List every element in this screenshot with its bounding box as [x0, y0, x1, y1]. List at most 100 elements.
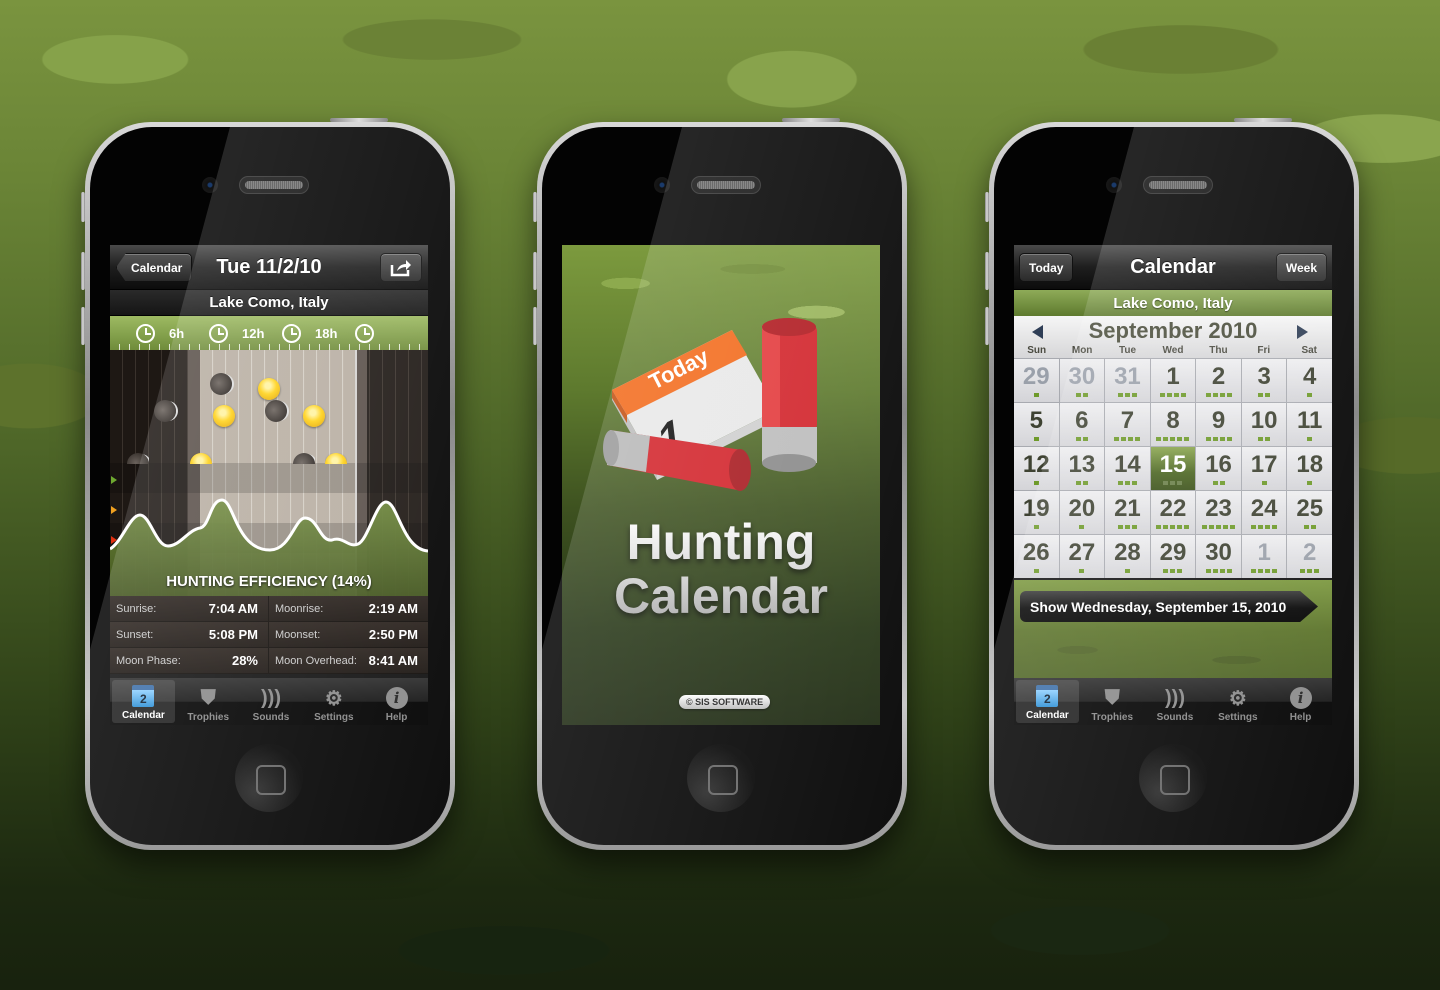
rating-dot [1170, 569, 1176, 573]
tab-sounds[interactable]: ))) Sounds [240, 678, 303, 725]
calendar-day[interactable]: 11 [1287, 403, 1332, 446]
rating-dot [1159, 393, 1165, 397]
rating-dot [1114, 437, 1120, 441]
calendar-day[interactable]: 10 [1241, 403, 1287, 446]
info-value: 7:04 AM [208, 601, 258, 616]
day-number: 15 [1159, 451, 1187, 478]
tab-trophies[interactable]: ⛊ Trophies [177, 678, 240, 725]
calendar-day[interactable]: 25 [1287, 491, 1332, 534]
activity-rating [1014, 393, 1059, 397]
activity-rating [1196, 525, 1241, 529]
calendar-day[interactable]: 3 [1241, 359, 1287, 402]
week-button[interactable]: Week [1275, 253, 1327, 282]
calendar-day[interactable]: 6 [1059, 403, 1105, 446]
calendar-day[interactable]: 29 [1150, 535, 1196, 578]
calendar-day[interactable]: 21 [1105, 491, 1150, 534]
tab-trophies[interactable]: ⛊ Trophies [1081, 678, 1144, 725]
calendar-day[interactable]: 18 [1287, 447, 1332, 490]
calendar-day[interactable]: 1 [1241, 535, 1287, 578]
rating-dot [1173, 393, 1179, 397]
home-button[interactable] [687, 744, 755, 812]
calendar-day[interactable]: 12 [1014, 447, 1059, 490]
activity-rating [1196, 481, 1241, 485]
tab-label: Calendar [1026, 710, 1069, 721]
calendar-day[interactable]: 13 [1059, 447, 1105, 490]
next-month-button[interactable] [1297, 325, 1308, 339]
tab-settings[interactable]: ⚙ Settings [1206, 678, 1269, 725]
tab-calendar[interactable]: 2 Calendar [1016, 680, 1079, 723]
tab-help[interactable]: i Help [365, 678, 428, 725]
tab-help[interactable]: i Help [1269, 678, 1332, 725]
tab-label: Sounds [252, 712, 290, 723]
rating-dot [1226, 393, 1232, 397]
calendar-day[interactable]: 28 [1105, 535, 1150, 578]
rating-dot [1075, 437, 1081, 441]
day-number: 17 [1250, 451, 1278, 478]
show-date-button[interactable]: Show Wednesday, September 15, 2010 [1020, 591, 1318, 622]
time-marker: 12h [209, 323, 282, 343]
calendar-day[interactable]: 19 [1014, 491, 1059, 534]
page-title: Calendar [1130, 255, 1216, 278]
calendar-day[interactable]: 26 [1014, 535, 1059, 578]
rating-dot [1219, 437, 1225, 441]
weekday-row: Sun Mon Tue Wed Thu Fri Sat [1014, 345, 1332, 356]
info-value: 2:19 AM [368, 601, 418, 616]
volume-down-button [81, 307, 85, 345]
back-calendar-button[interactable]: Calendar [116, 253, 193, 282]
efficiency-chart[interactable]: HUNTING EFFICIENCY (14%) [110, 350, 428, 596]
time-marker: 6h [136, 323, 209, 343]
tab-sounds[interactable]: ))) Sounds [1144, 678, 1207, 725]
rating-dot [1261, 481, 1267, 485]
month-header: September 2010 Sun Mon Tue Wed Thu Fri Sat [1014, 316, 1332, 358]
calendar-day[interactable]: 7 [1105, 403, 1150, 446]
calendar-day[interactable]: 31 [1105, 359, 1150, 402]
clock-icon [136, 323, 155, 343]
calendar-day[interactable]: 29 [1014, 359, 1059, 402]
activity-rating [1151, 481, 1196, 485]
share-button[interactable] [380, 253, 422, 282]
calendar-day[interactable]: 2 [1287, 535, 1332, 578]
tab-settings[interactable]: ⚙ Settings [302, 678, 365, 725]
calendar-day[interactable]: 9 [1196, 403, 1241, 446]
activity-rating [1287, 481, 1332, 485]
moon-overhead-row: Moon Overhead: 8:41 AM [269, 648, 428, 674]
rating-dot [1131, 481, 1137, 485]
calendar-day[interactable]: 23 [1196, 491, 1241, 534]
calendar-day[interactable]: 4 [1287, 359, 1332, 402]
home-button[interactable] [235, 744, 303, 812]
rating-dot [1163, 569, 1169, 573]
calendar-day[interactable]: 20 [1059, 491, 1105, 534]
info-icon: i [385, 687, 408, 709]
calendar-day-selected[interactable]: 15 [1150, 447, 1196, 490]
day-number: 2 [1211, 363, 1226, 390]
rating-dot [1230, 525, 1236, 529]
calendar-day[interactable]: 30 [1059, 359, 1105, 402]
activity-rating [1242, 437, 1287, 441]
today-button[interactable]: Today [1019, 253, 1074, 282]
tab-label: Calendar [122, 710, 165, 721]
activity-rating [1014, 525, 1059, 529]
calendar-day[interactable]: 14 [1105, 447, 1150, 490]
tab-calendar[interactable]: 2 Calendar [112, 680, 175, 723]
day-view-screen: Calendar Tue 11/2/10 Lake Como, Italy 6h… [110, 245, 428, 725]
calendar-day[interactable]: 27 [1059, 535, 1105, 578]
home-button[interactable] [1139, 744, 1207, 812]
rating-dot [1226, 569, 1232, 573]
calendar-day[interactable]: 8 [1150, 403, 1196, 446]
duck-call-icon: ))) [261, 686, 281, 709]
day-number: 1 [1257, 539, 1271, 566]
calendar-day[interactable]: 17 [1241, 447, 1287, 490]
rating-dot [1307, 569, 1313, 573]
rating-dot [1082, 481, 1088, 485]
calendar-day[interactable]: 2 [1196, 359, 1241, 402]
mute-switch [533, 192, 537, 222]
day-number: 30 [1068, 363, 1096, 390]
calendar-day[interactable]: 30 [1196, 535, 1241, 578]
calendar-day[interactable]: 22 [1150, 491, 1196, 534]
calendar-day[interactable]: 5 [1014, 403, 1059, 446]
calendar-day[interactable]: 16 [1196, 447, 1241, 490]
time-marker [355, 323, 428, 343]
calendar-day[interactable]: 24 [1241, 491, 1287, 534]
calendar-day[interactable]: 1 [1150, 359, 1196, 402]
rating-dot [1177, 437, 1183, 441]
